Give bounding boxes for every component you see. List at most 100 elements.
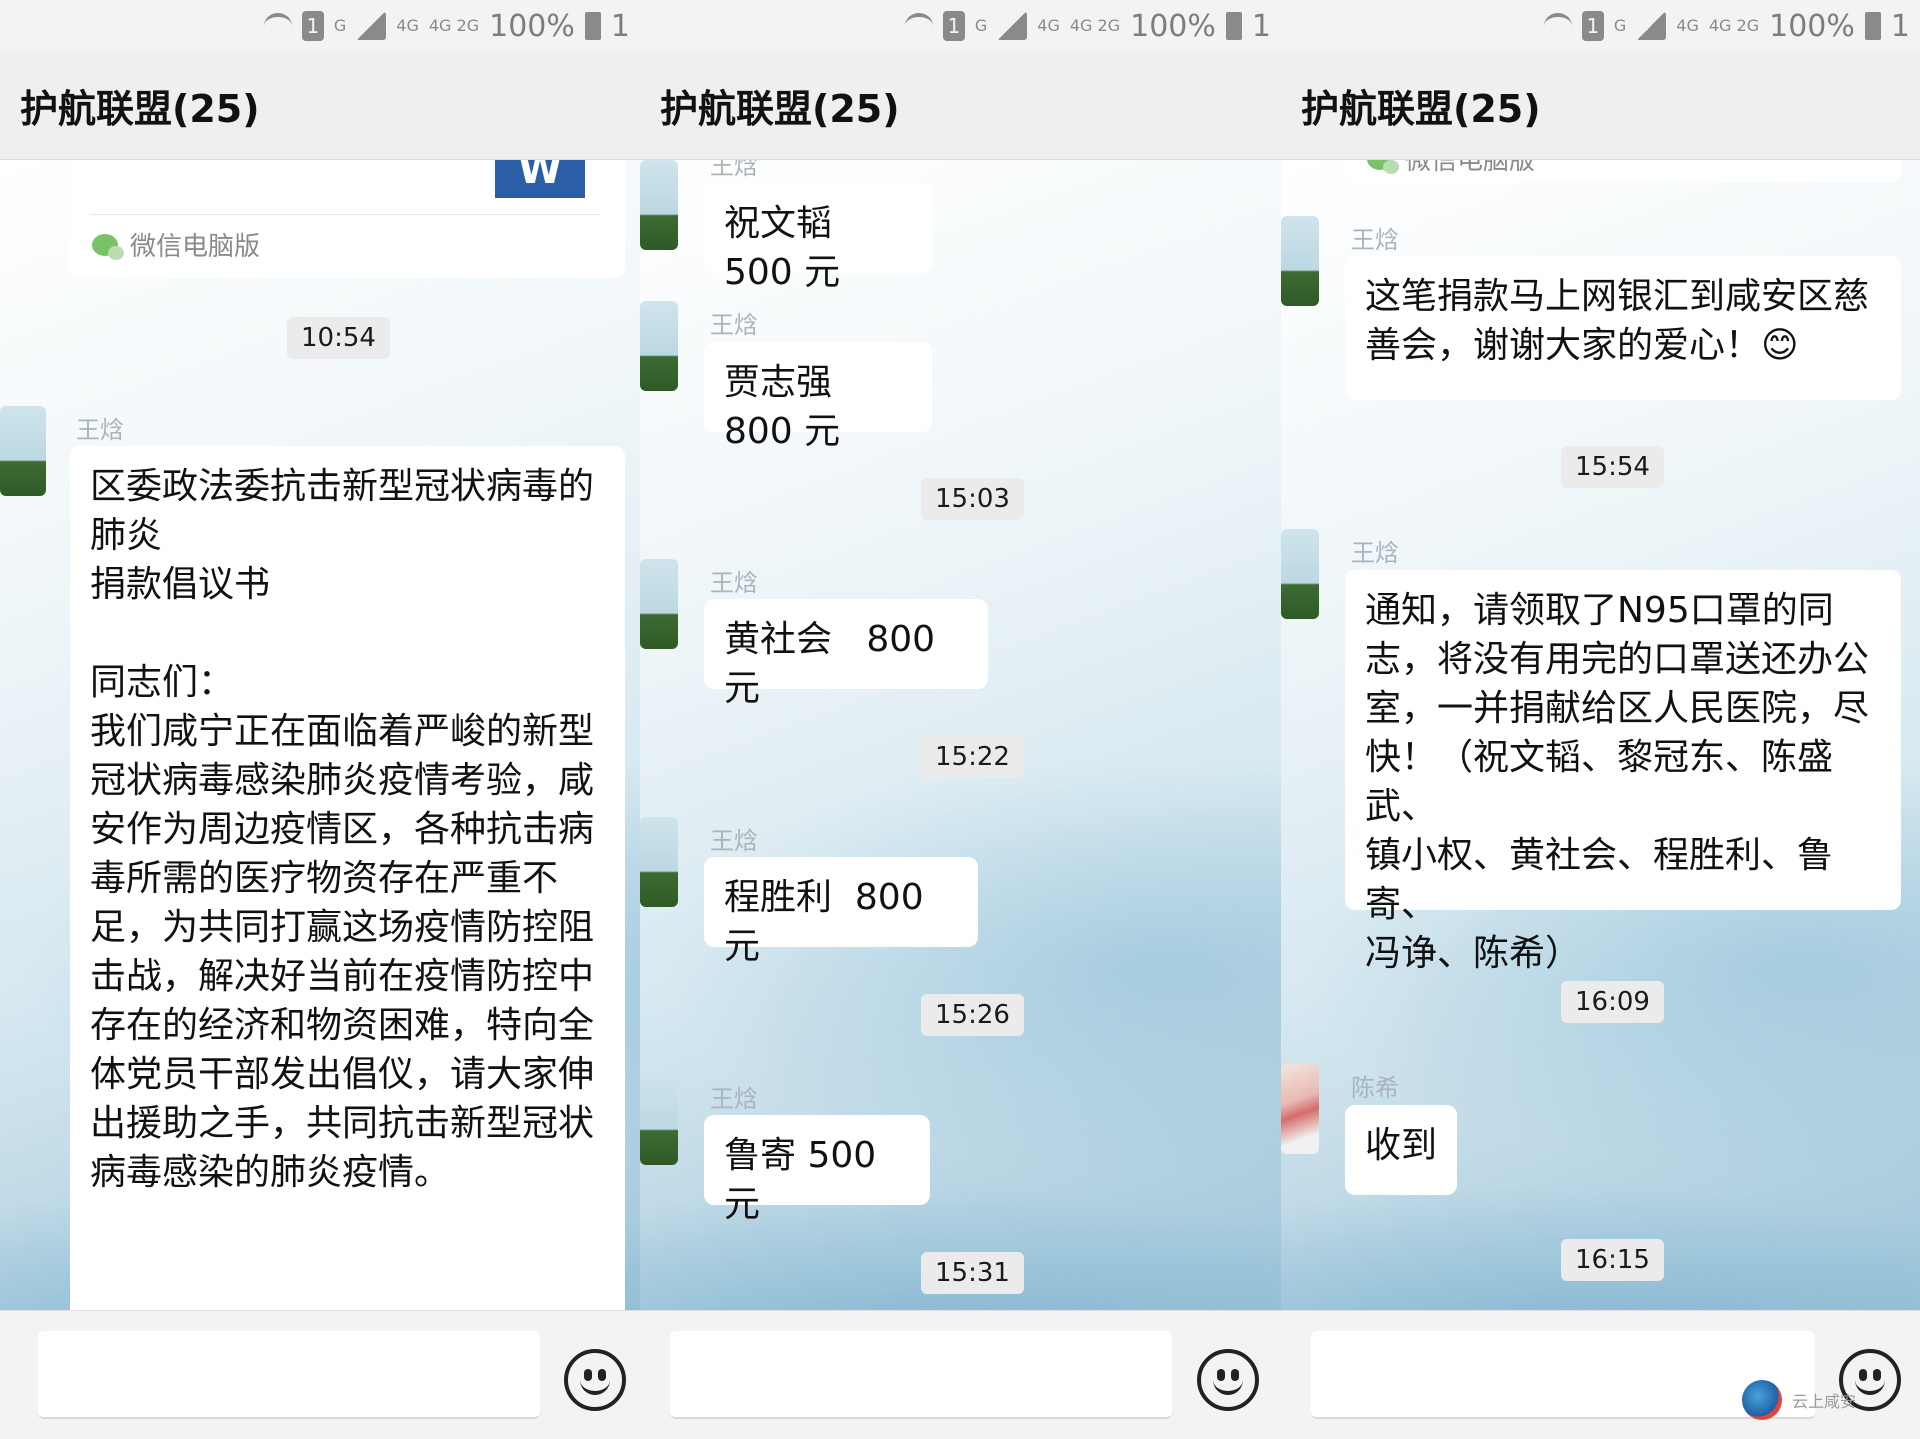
- battery-percent: 100%: [489, 8, 575, 44]
- sender-name: 王焓: [710, 311, 758, 339]
- card-source: 微信电脑版: [92, 226, 260, 263]
- message-bubble[interactable]: 程胜利 800 元: [704, 857, 978, 967]
- card-divider: [90, 214, 600, 215]
- message-bubble[interactable]: 这笔捐款马上网银汇到咸安区慈 善会，谢谢大家的爱心！😊: [1345, 256, 1901, 400]
- chat-screen-2: 1 G 4G 4G 2G 100% 1 护航联盟(25) 王焓 祝文韬 500 …: [640, 0, 1281, 1439]
- card-source-label: 微信电脑版: [130, 232, 261, 262]
- chat-header: 护航联盟(25): [1281, 52, 1920, 160]
- wechat-icon: [92, 233, 124, 260]
- network-4g2g-label: 4G 2G: [428, 16, 480, 35]
- avatar[interactable]: [0, 406, 46, 496]
- file-card[interactable]: W 微信电脑版: [70, 160, 625, 278]
- emoji-icon[interactable]: [1197, 1349, 1259, 1411]
- network-4g-label: 4G: [396, 16, 419, 35]
- chat-title: 护航联盟(25): [1301, 87, 1541, 131]
- watermark-logo-icon: [1742, 1380, 1782, 1420]
- chat-screen-3: 1 G 4G 4G 2G 100% 1 护航联盟(25) 微信电脑版 王焓 这笔…: [1281, 0, 1920, 1439]
- watermark-text: 云上咸安: [1792, 1392, 1857, 1411]
- input-bar: ): [640, 1310, 1281, 1439]
- timestamp: 15:03: [921, 478, 1024, 520]
- battery-icon: [584, 12, 601, 40]
- wechat-icon: [1367, 160, 1399, 174]
- status-bar: 1 G 4G 4G 2G 100% 1: [0, 0, 640, 52]
- battery-percent: 100%: [1769, 8, 1855, 44]
- message-bubble[interactable]: 通知，请领取了N95口罩的同 志，将没有用完的口罩送还办公 室，一并捐献给区人民…: [1345, 570, 1901, 974]
- sender-name: 王焓: [1351, 539, 1399, 567]
- message-list[interactable]: W 微信电脑版 10:54 王焓 区委政法委抗击新型冠状病毒的 肺炎 捐款倡议书…: [0, 160, 640, 1310]
- avatar[interactable]: [640, 301, 678, 391]
- message-list[interactable]: 微信电脑版 王焓 这笔捐款马上网银汇到咸安区慈 善会，谢谢大家的爱心！😊 15:…: [1281, 160, 1920, 1310]
- file-card[interactable]: 微信电脑版: [1345, 160, 1901, 182]
- network-g-label: G: [1613, 16, 1627, 35]
- card-source: 微信电脑版: [1367, 160, 1535, 177]
- message-bubble[interactable]: 贾志强 800 元: [704, 342, 932, 452]
- message-bubble[interactable]: 收到: [1345, 1105, 1457, 1195]
- status-extra: 1: [1890, 8, 1910, 44]
- chat-title: 护航联盟(25): [660, 87, 900, 131]
- message-text: 贾志强 800 元: [724, 362, 844, 452]
- card-source-label: 微信电脑版: [1405, 160, 1536, 176]
- avatar[interactable]: [1281, 216, 1319, 306]
- screenshot-collage: 1 G 4G 4G 2G 100% 1 护航联盟(25) W 微信电脑版 10:…: [0, 0, 1920, 1439]
- timestamp: 15:26: [921, 994, 1024, 1036]
- network-4g-label: 4G: [1676, 16, 1699, 35]
- avatar[interactable]: [640, 817, 678, 907]
- message-bubble[interactable]: 鲁寄 500 元: [704, 1115, 930, 1225]
- sender-name: 王焓: [710, 1085, 758, 1113]
- message-text: 程胜利 800 元: [724, 877, 936, 967]
- battery-percent: 100%: [1130, 8, 1216, 44]
- message-text: 祝文韬 500 元: [724, 203, 844, 293]
- status-extra: 1: [610, 8, 630, 44]
- avatar[interactable]: [640, 1075, 678, 1165]
- sender-name: 陈希: [1351, 1074, 1399, 1102]
- input-bar: ): [0, 1310, 640, 1439]
- message-text: 区委政法委抗击新型冠状病毒的 肺炎 捐款倡议书 同志们： 我们咸宁正在面临着严峻…: [90, 466, 595, 1193]
- signal-icon: [356, 12, 387, 40]
- chat-screen-1: 1 G 4G 4G 2G 100% 1 护航联盟(25) W 微信电脑版 10:…: [0, 0, 640, 1439]
- message-text: 通知，请领取了N95口罩的同 志，将没有用完的口罩送还办公 室，一并捐献给区人民…: [1365, 590, 1870, 974]
- word-document-icon: W: [495, 160, 585, 198]
- timestamp: 15:31: [921, 1252, 1024, 1294]
- signal-icon: [1636, 12, 1667, 40]
- emoji-icon[interactable]: [564, 1349, 626, 1411]
- watermark: 云上咸安: [1742, 1380, 1856, 1420]
- chat-header: 护航联盟(25): [0, 52, 640, 160]
- status-bar: 1 G 4G 4G 2G 100% 1: [1281, 0, 1920, 52]
- battery-icon: [1864, 12, 1881, 40]
- message-bubble[interactable]: 区委政法委抗击新型冠状病毒的 肺炎 捐款倡议书 同志们： 我们咸宁正在面临着严峻…: [70, 446, 625, 1310]
- message-input[interactable]: [670, 1331, 1172, 1419]
- network-g-label: G: [974, 16, 988, 35]
- network-4g-label: 4G: [1037, 16, 1060, 35]
- message-list[interactable]: 王焓 祝文韬 500 元 王焓 贾志强 800 元 15:03 王焓 黄社会 8…: [640, 160, 1281, 1310]
- avatar[interactable]: [640, 559, 678, 649]
- battery-icon: [1225, 12, 1242, 40]
- sender-name: 王焓: [710, 160, 758, 180]
- avatar[interactable]: [1281, 1064, 1319, 1154]
- sender-name: 王焓: [710, 569, 758, 597]
- avatar[interactable]: [1281, 529, 1319, 619]
- voice-toggle-icon[interactable]: ): [0, 1347, 1, 1398]
- message-input[interactable]: [38, 1331, 540, 1419]
- sim-icon: 1: [1581, 11, 1604, 41]
- voice-toggle-icon[interactable]: ): [1281, 1347, 1282, 1398]
- network-4g2g-label: 4G 2G: [1069, 16, 1121, 35]
- signal-icon: [997, 12, 1028, 40]
- message-input[interactable]: [1311, 1331, 1815, 1419]
- chat-header: 护航联盟(25): [640, 52, 1281, 160]
- network-g-label: G: [333, 16, 347, 35]
- message-text: 鲁寄 500 元: [724, 1135, 888, 1225]
- avatar[interactable]: [640, 160, 678, 250]
- voice-toggle-icon[interactable]: ): [640, 1347, 641, 1398]
- status-extra: 1: [1251, 8, 1271, 44]
- timestamp: 10:54: [287, 317, 390, 359]
- timestamp: 15:54: [1561, 446, 1664, 488]
- network-4g2g-label: 4G 2G: [1708, 16, 1760, 35]
- message-bubble[interactable]: 黄社会 800 元: [704, 599, 988, 709]
- chat-title: 护航联盟(25): [20, 87, 260, 131]
- sim-icon: 1: [301, 11, 324, 41]
- sender-name: 王焓: [1351, 226, 1399, 254]
- message-text: 收到: [1365, 1125, 1438, 1166]
- message-bubble[interactable]: 祝文韬 500 元: [704, 183, 932, 293]
- sender-name: 王焓: [76, 416, 124, 444]
- status-bar: 1 G 4G 4G 2G 100% 1: [640, 0, 1281, 52]
